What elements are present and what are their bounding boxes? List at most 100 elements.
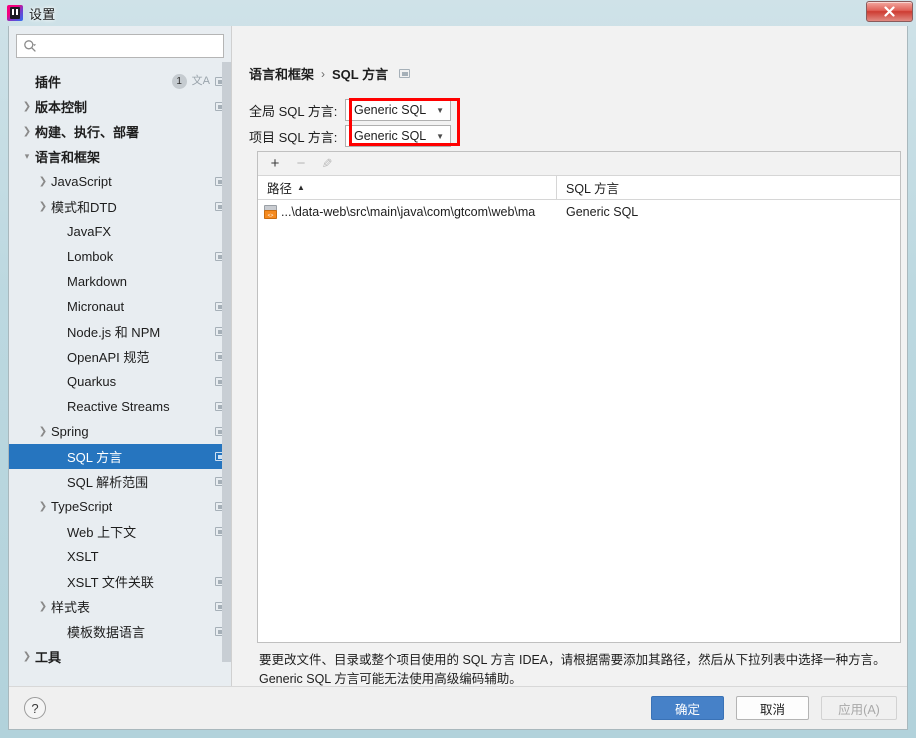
global-dialect-label: 全局 SQL 方言: [249, 103, 338, 119]
scope-icon [399, 69, 411, 78]
chevron-right-icon[interactable]: ❯ [35, 176, 51, 187]
sidebar-item-label: TypeScript [51, 499, 113, 514]
table-toolbar: + − ✎ [258, 152, 900, 176]
project-dialect-dropdown[interactable]: Generic SQL ▼ [345, 125, 451, 147]
sidebar-scrollbar-thumb[interactable] [222, 62, 231, 662]
plugin-count-badge: 1 [171, 74, 187, 89]
sidebar-item-插件[interactable]: 插件 1 文A [9, 69, 231, 94]
translate-icon: 文A [191, 75, 210, 87]
chevron-right-icon[interactable]: ❯ [19, 651, 35, 662]
sidebar-item-label: XSLT [67, 549, 99, 564]
sidebar-item-label: Micronaut [67, 299, 125, 314]
global-dialect-value: Generic SQL [354, 103, 427, 117]
edit-button[interactable]: ✎ [316, 154, 338, 174]
chevron-right-icon[interactable]: ❯ [19, 126, 35, 137]
table-row[interactable]: ...\data-web\src\main\java\com\gtcom\web… [258, 200, 900, 224]
table-header-label: SQL 方言 [566, 182, 620, 196]
sidebar-item-web-上下文[interactable]: Web 上下文 [9, 519, 231, 544]
sidebar-item-node-js-和-npm[interactable]: Node.js 和 NPM [9, 319, 231, 344]
tree-row-icons: 1 文A [171, 69, 226, 94]
project-dialect-row: 项目 SQL 方言: Generic SQL ▼ [249, 125, 451, 147]
search-input[interactable] [43, 36, 223, 56]
sidebar-item-typescript[interactable]: ❯ TypeScript [9, 494, 231, 519]
sidebar-item-模式和dtd[interactable]: ❯ 模式和DTD [9, 194, 231, 219]
ok-button[interactable]: 确定 [651, 696, 724, 720]
help-button[interactable]: ? [24, 697, 46, 719]
table-header-path[interactable]: 路径 ▲ [258, 176, 557, 199]
project-dialect-value: Generic SQL [354, 129, 427, 143]
table-cell-path-text: ...\data-web\src\main\java\com\gtcom\web… [281, 205, 536, 219]
settings-window: 设置 插件 1 文A ❯ 版本控制 ❯ 构建、执行、部署 ▾ 语言和框架 ❯ JavaScr [0, 0, 916, 738]
table-body: ...\data-web\src\main\java\com\gtcom\web… [258, 200, 900, 224]
chevron-right-icon[interactable]: ❯ [35, 201, 51, 212]
sidebar-item-item-0[interactable] [9, 62, 231, 69]
sidebar-item-javascript[interactable]: ❯ JavaScript [9, 169, 231, 194]
sidebar-item-label: Lombok [67, 249, 114, 264]
project-dialect-label: 项目 SQL 方言: [249, 129, 338, 145]
dialog-client-area: 插件 1 文A ❯ 版本控制 ❯ 构建、执行、部署 ▾ 语言和框架 ❯ JavaScript ❯ 模式和… [8, 26, 908, 730]
sidebar-item-sql-解析范围[interactable]: SQL 解析范围 [9, 469, 231, 494]
sidebar-item-label: SQL 方言 [67, 450, 123, 465]
sidebar-item-label: 版本控制 [35, 100, 88, 115]
settings-sidebar: 插件 1 文A ❯ 版本控制 ❯ 构建、执行、部署 ▾ 语言和框架 ❯ JavaScript ❯ 模式和… [9, 26, 231, 686]
sidebar-item-label: XSLT 文件关联 [67, 575, 154, 590]
table-cell-dialect[interactable]: Generic SQL [557, 205, 638, 219]
sidebar-item-工具[interactable]: ❯ 工具 [9, 644, 231, 669]
sidebar-item-label: Quarkus [67, 374, 117, 389]
sort-ascending-icon: ▲ [297, 183, 305, 192]
sidebar-scrollbar[interactable] [222, 62, 231, 686]
table-header-label: 路径 [267, 182, 293, 196]
sidebar-item-label: 模板数据语言 [67, 625, 146, 640]
chevron-right-icon[interactable]: ❯ [35, 501, 51, 512]
sidebar-item-javafx[interactable]: JavaFX [9, 219, 231, 244]
sidebar-item-样式表[interactable]: ❯ 样式表 [9, 594, 231, 619]
chevron-right-icon[interactable]: ❯ [35, 426, 51, 437]
sidebar-item-模板数据语言[interactable]: 模板数据语言 [9, 619, 231, 644]
chevron-down-icon: ▼ [436, 105, 444, 115]
sidebar-item-sql-方言[interactable]: SQL 方言 [9, 444, 231, 469]
breadcrumb-current: SQL 方言 [332, 67, 389, 82]
search-box[interactable] [16, 34, 224, 58]
xml-file-icon [264, 205, 277, 219]
sidebar-item-markdown[interactable]: Markdown [9, 269, 231, 294]
description-text: 要更改文件、目录或整个项目使用的 SQL 方言 IDEA，请根据需要添加其路径，… [259, 653, 886, 686]
cancel-button[interactable]: 取消 [736, 696, 809, 720]
dialog-button-bar: ? 确定 取消 应用(A) [9, 686, 907, 728]
apply-button[interactable]: 应用(A) [821, 696, 897, 720]
close-button[interactable] [866, 1, 913, 22]
sidebar-item-语言和框架[interactable]: ▾ 语言和框架 [9, 144, 231, 169]
sidebar-item-lombok[interactable]: Lombok [9, 244, 231, 269]
sidebar-item-micronaut[interactable]: Micronaut [9, 294, 231, 319]
remove-button[interactable]: − [290, 154, 312, 174]
sidebar-item-label: Reactive Streams [67, 399, 170, 414]
breadcrumb-separator: › [321, 66, 326, 81]
sidebar-item-label: Web 上下文 [67, 525, 137, 540]
sidebar-item-reactive-streams[interactable]: Reactive Streams [9, 394, 231, 419]
sidebar-item-label: OpenAPI 规范 [67, 350, 150, 365]
table-header-dialect[interactable]: SQL 方言 [557, 176, 619, 199]
chevron-right-icon[interactable]: ❯ [19, 101, 35, 112]
sidebar-item-label: JavaFX [67, 224, 112, 239]
sidebar-item-spring[interactable]: ❯ Spring [9, 419, 231, 444]
sidebar-item-label: 插件 [35, 75, 62, 90]
sidebar-item-label: Node.js 和 NPM [67, 325, 161, 340]
intellij-idea-logo-icon [7, 5, 23, 21]
breadcrumb-parent[interactable]: 语言和框架 [249, 64, 314, 83]
global-dialect-row: 全局 SQL 方言: Generic SQL ▼ [249, 99, 451, 121]
global-dialect-dropdown[interactable]: Generic SQL ▼ [345, 99, 451, 121]
sidebar-item-label: 构建、执行、部署 [35, 125, 140, 140]
chevron-down-icon[interactable]: ▾ [19, 152, 35, 161]
sidebar-item-构建-执行-部署[interactable]: ❯ 构建、执行、部署 [9, 119, 231, 144]
sidebar-item-xslt-文件关联[interactable]: XSLT 文件关联 [9, 569, 231, 594]
chevron-right-icon[interactable]: ❯ [35, 601, 51, 612]
sidebar-item-版本控制[interactable]: ❯ 版本控制 [9, 94, 231, 119]
sidebar-item-xslt[interactable]: XSLT [9, 544, 231, 569]
sidebar-item-quarkus[interactable]: Quarkus [9, 369, 231, 394]
sidebar-item-label: 样式表 [51, 600, 91, 615]
sidebar-item-openapi-规范[interactable]: OpenAPI 规范 [9, 344, 231, 369]
table-header: 路径 ▲ SQL 方言 [258, 176, 900, 200]
sidebar-item-label: Spring [51, 424, 89, 439]
add-button[interactable]: + [264, 154, 286, 174]
chevron-down-icon: ▼ [436, 131, 444, 141]
settings-tree: 插件 1 文A ❯ 版本控制 ❯ 构建、执行、部署 ▾ 语言和框架 ❯ JavaScript ❯ 模式和… [9, 62, 231, 686]
